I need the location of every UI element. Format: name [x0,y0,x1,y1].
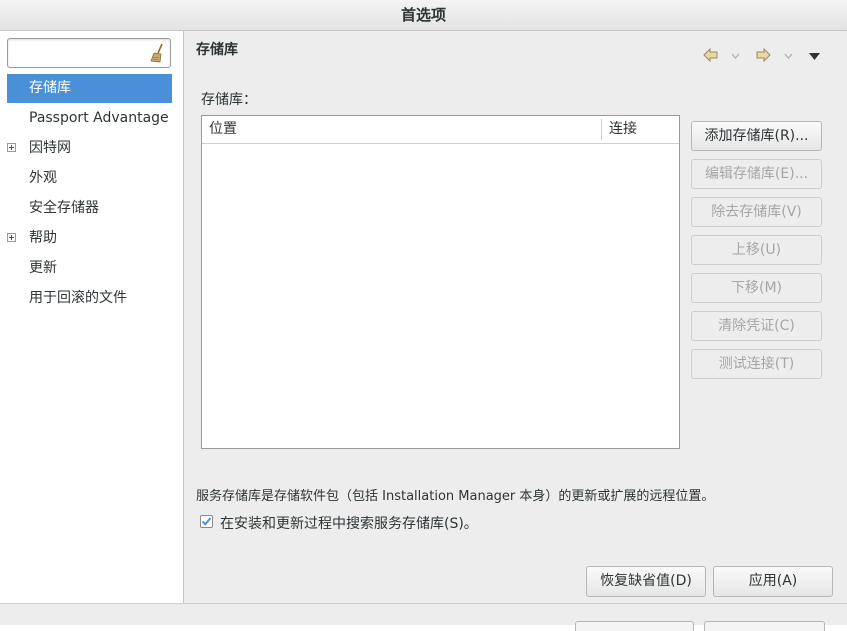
table-header: 位置 连接 [202,116,679,144]
page-title: 存储库 [196,42,238,58]
column-header-location[interactable]: 位置 [209,116,237,143]
sidebar-item-label: 外观 [29,170,57,186]
repositories-label: 存储库： [201,92,257,108]
sidebar-item-repositories[interactable]: 存储库 [7,74,172,103]
sidebar-item-help[interactable]: 帮助 [0,223,183,253]
apply-button[interactable]: 应用(A) [713,566,833,597]
column-header-connection[interactable]: 连接 [609,116,637,143]
checkmark-icon [201,517,212,526]
sidebar-item-internet[interactable]: 因特网 [0,133,183,163]
footer-button-right[interactable] [704,621,825,631]
sidebar-item-appearance[interactable]: 外观 [0,163,183,193]
restore-defaults-button[interactable]: 恢复缺省值(D) [586,566,706,597]
expand-icon[interactable] [7,143,16,152]
preferences-sidebar: 存储库 Passport Advantage 因特网 外观 安全存储器 帮助 更… [0,31,184,603]
sidebar-item-label: 用于回滚的文件 [29,290,127,306]
clear-filter-icon[interactable] [148,43,166,63]
move-down-button[interactable]: 下移(M) [691,273,822,303]
sidebar-item-updates[interactable]: 更新 [0,253,183,283]
sidebar-item-label: 存储库 [29,80,71,96]
sidebar-item-passport-advantage[interactable]: Passport Advantage [0,103,183,133]
remove-repository-button[interactable]: 除去存储库(V) [691,197,822,227]
sidebar-item-label: 因特网 [29,140,71,156]
back-arrow-icon[interactable] [703,48,719,62]
move-up-button[interactable]: 上移(U) [691,235,822,265]
service-repository-description: 服务存储库是存储软件包（包括 Installation Manager 本身）的… [196,489,715,504]
forward-arrow-icon[interactable] [755,48,771,62]
clear-credentials-button[interactable]: 清除凭证(C) [691,311,822,341]
filter-input[interactable] [12,43,146,65]
preferences-tree: 存储库 Passport Advantage 因特网 外观 安全存储器 帮助 更… [0,74,183,313]
checkbox-label: 在安装和更新过程中搜索服务存储库(S)。 [220,516,478,532]
sidebar-item-rollback-files[interactable]: 用于回滚的文件 [0,283,183,313]
sidebar-item-label: 安全存储器 [29,200,99,216]
add-repository-button[interactable]: 添加存储库(R)... [691,121,822,151]
sidebar-item-secure-storage[interactable]: 安全存储器 [0,193,183,223]
forward-menu-chevron-icon[interactable] [784,53,793,59]
expand-icon[interactable] [7,233,16,242]
repositories-table[interactable]: 位置 连接 [201,115,680,449]
sidebar-item-label: 帮助 [29,230,57,246]
search-service-repositories-checkbox[interactable] [200,515,213,528]
sidebar-item-label: Passport Advantage [29,110,169,126]
edit-repository-button[interactable]: 编辑存储库(E)... [691,159,822,189]
page-navigation [700,46,830,66]
window-title: 首选项 [0,0,847,31]
footer-button-left[interactable] [575,621,694,631]
view-menu-icon[interactable] [809,53,820,60]
column-divider [601,119,602,140]
dialog-body: 存储库 Passport Advantage 因特网 外观 安全存储器 帮助 更… [0,31,847,631]
footer-divider [0,603,847,604]
sidebar-item-label: 更新 [29,260,57,276]
test-connection-button[interactable]: 测试连接(T) [691,349,822,379]
filter-field[interactable] [7,38,171,68]
back-menu-chevron-icon[interactable] [731,53,740,59]
